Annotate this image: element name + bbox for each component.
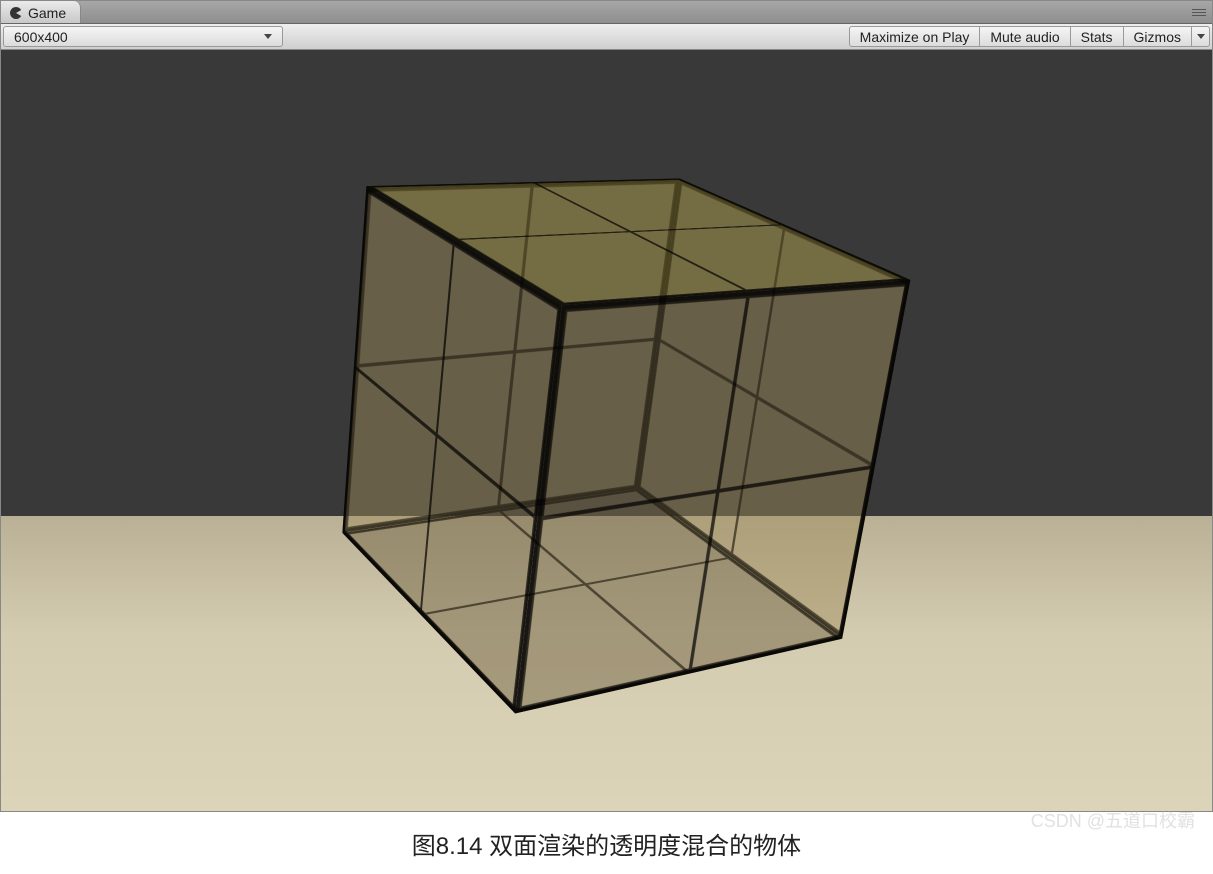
chevron-down-icon [1197,34,1205,39]
unity-editor-window: Game 600x400 Maximize on Play Mute audio… [0,0,1213,812]
gizmos-dropdown[interactable] [1192,26,1210,47]
chevron-down-icon [264,34,272,39]
resolution-dropdown[interactable]: 600x400 [3,26,283,47]
tab-bar: Game [1,1,1212,24]
transparent-cube [420,225,784,615]
stats-button[interactable]: Stats [1071,26,1124,47]
tab-label: Game [28,5,66,21]
scene-object [417,225,797,605]
watermark: CSDN @五道口校霸 [1031,807,1195,833]
mute-audio-button[interactable]: Mute audio [980,26,1070,47]
game-viewport [1,50,1212,811]
panel-menu-icon[interactable] [1192,6,1208,18]
gizmos-button[interactable]: Gizmos [1124,26,1192,47]
resolution-value: 600x400 [14,29,68,45]
pacman-icon [9,6,23,20]
toolbar: 600x400 Maximize on Play Mute audio Stat… [1,24,1212,50]
tab-game[interactable]: Game [1,1,81,23]
maximize-on-play-button[interactable]: Maximize on Play [849,26,981,47]
